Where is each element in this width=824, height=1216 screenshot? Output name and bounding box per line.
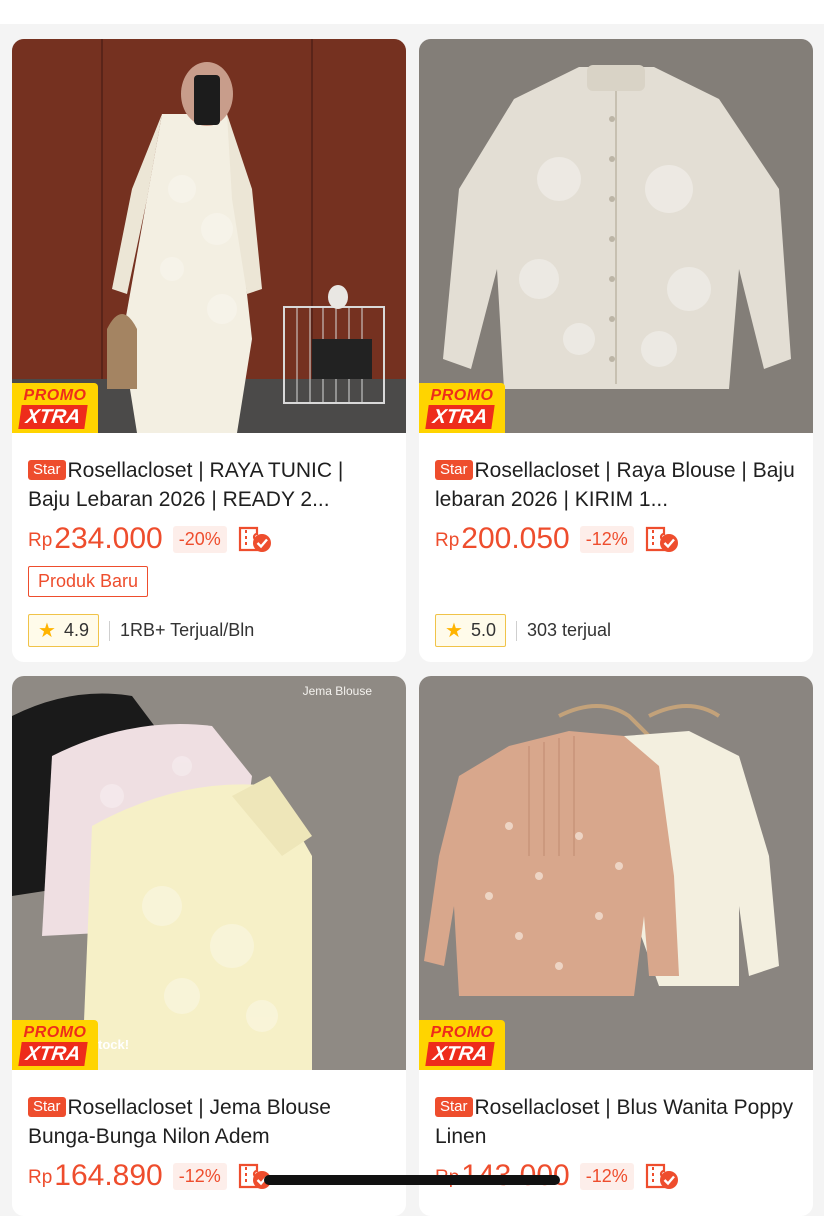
promo-xtra-badge: PROMO XTRA <box>12 1020 98 1070</box>
promo-xtra-badge: PROMO XTRA <box>419 383 505 433</box>
star-icon: ★ <box>445 620 463 642</box>
product-card[interactable]: Jema Blouse tock! PROMO XTRA Star Rosella… <box>12 676 406 1216</box>
star-seller-badge: Star <box>435 460 473 480</box>
product-title-text: Rosellacloset | Blus Wanita Poppy Linen <box>435 1096 794 1148</box>
star-seller-badge: Star <box>435 1097 473 1117</box>
product-image[interactable]: Jema Blouse tock! PROMO XTRA <box>12 676 406 1070</box>
image-caption: Jema Blouse <box>302 684 372 698</box>
rating-badge: ★ 4.9 <box>28 614 99 647</box>
rating-value: 4.9 <box>63 620 89 640</box>
home-indicator[interactable] <box>264 1175 560 1185</box>
promo-xtra-badge: PROMO XTRA <box>12 383 98 433</box>
rating-row: ★ 4.9 1RB+ Terjual/Bln <box>28 614 254 647</box>
currency: Rp <box>28 1167 53 1188</box>
divider <box>108 620 110 641</box>
product-title-text: Rosellacloset | Raya Blouse | Baju lebar… <box>435 459 795 511</box>
product-title-text: Rosellacloset | RAYA TUNIC | Baju Lebara… <box>28 459 344 511</box>
price: 164.890 <box>54 1159 163 1192</box>
star-icon: ★ <box>38 620 56 642</box>
promo-label: PROMO <box>430 387 494 404</box>
cod-check-icon <box>644 1161 680 1191</box>
tag-row: Produk Baru <box>28 566 390 598</box>
product-info: Star Rosellacloset | Raya Blouse | Baju l… <box>419 433 813 558</box>
star-seller-badge: Star <box>28 460 66 480</box>
divider <box>515 620 517 641</box>
product-grid: PROMO XTRA Star Rosellacloset | RAYA TUNI… <box>0 0 824 1216</box>
discount-badge: -12% <box>579 1162 634 1190</box>
promo-label: PROMO <box>430 1024 494 1041</box>
product-info: Star Rosellacloset | RAYA TUNIC | Baju Le… <box>12 433 406 598</box>
xtra-label: XTRA <box>18 1042 89 1066</box>
product-image[interactable]: PROMO XTRA <box>12 39 406 433</box>
product-title[interactable]: Star Rosellacloset | Jema Blouse Bunga-Bu… <box>28 1093 390 1151</box>
product-title[interactable]: Star Rosellacloset | RAYA TUNIC | Baju Le… <box>28 456 390 514</box>
product-card[interactable]: PROMO XTRA Star Rosellacloset | RAYA TUNI… <box>12 39 406 662</box>
product-image[interactable]: PROMO XTRA <box>419 39 813 433</box>
product-title[interactable]: Star Rosellacloset | Raya Blouse | Baju l… <box>435 456 797 514</box>
new-product-tag: Produk Baru <box>28 566 149 597</box>
sold-count: 303 terjual <box>526 620 612 640</box>
price: 200.050 <box>461 522 570 555</box>
promo-label: PROMO <box>23 1024 87 1041</box>
cod-check-icon <box>644 524 680 554</box>
xtra-label: XTRA <box>425 405 496 429</box>
product-title[interactable]: Star Rosellacloset | Blus Wanita Poppy Li… <box>435 1093 797 1151</box>
star-seller-badge: Star <box>28 1097 66 1117</box>
cod-check-icon <box>237 524 273 554</box>
promo-label: PROMO <box>23 387 87 404</box>
xtra-label: XTRA <box>425 1042 496 1066</box>
rating-badge: ★ 5.0 <box>435 614 506 647</box>
price-row: Rp 200.050 -12% <box>435 520 797 558</box>
discount-badge: -20% <box>172 525 227 553</box>
rating-row: ★ 5.0 303 terjual <box>435 614 611 647</box>
price-row: Rp 234.000 -20% <box>28 520 390 558</box>
sold-count: 1RB+ Terjual/Bln <box>119 620 255 640</box>
currency: Rp <box>435 530 460 551</box>
discount-badge: -12% <box>579 525 634 553</box>
discount-badge: -12% <box>172 1162 227 1190</box>
product-card[interactable]: PROMO XTRA Star Rosellacloset | Raya Blou… <box>419 39 813 662</box>
product-image[interactable]: PROMO XTRA <box>419 676 813 1070</box>
promo-xtra-badge: PROMO XTRA <box>419 1020 505 1070</box>
product-title-text: Rosellacloset | Jema Blouse Bunga-Bunga … <box>28 1096 331 1148</box>
rating-value: 5.0 <box>470 620 496 640</box>
image-caption-partial: tock! <box>98 1037 130 1052</box>
price: 234.000 <box>54 522 163 555</box>
product-card[interactable]: PROMO XTRA Star Rosellacloset | Blus Wani… <box>419 676 813 1216</box>
currency: Rp <box>28 530 53 551</box>
xtra-label: XTRA <box>18 405 89 429</box>
